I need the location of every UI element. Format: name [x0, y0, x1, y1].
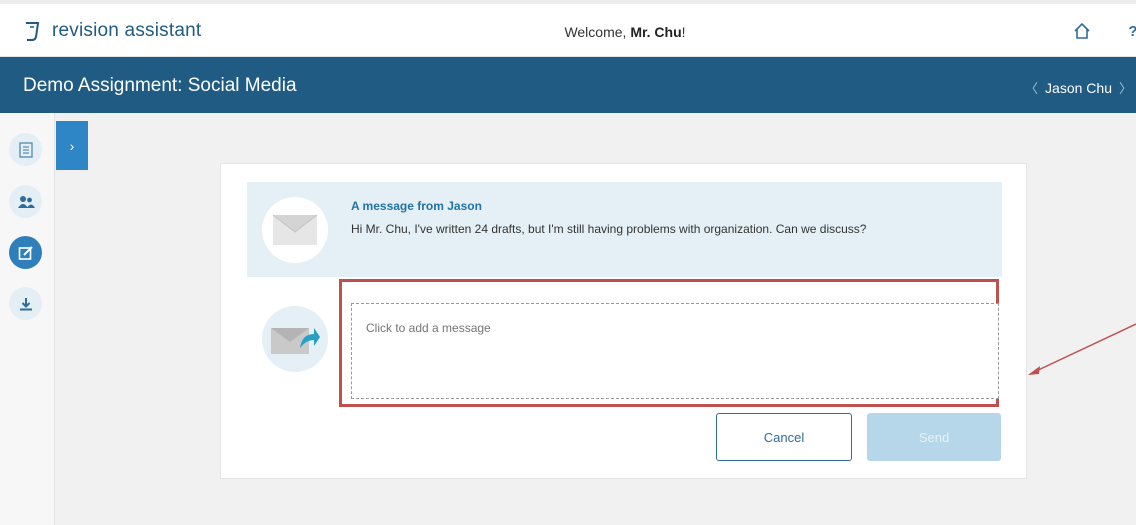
prev-student-button[interactable]: 〈 — [1025, 78, 1038, 97]
student-name: Jason Chu — [1045, 79, 1112, 96]
home-button[interactable] — [1069, 18, 1095, 44]
sidebar-item-download[interactable] — [9, 287, 42, 320]
expand-panel-button[interactable]: › — [56, 121, 88, 170]
document-icon — [18, 141, 33, 158]
welcome-prefix: Welcome, — [564, 24, 631, 40]
download-icon — [19, 297, 32, 310]
message-card: A message from Jason Hi Mr. Chu, I've wr… — [220, 163, 1027, 479]
reply-envelope-icon — [271, 328, 320, 354]
send-button[interactable]: Send — [867, 413, 1001, 461]
sidebar-item-students[interactable] — [9, 185, 42, 218]
people-icon — [17, 195, 35, 208]
next-student-button[interactable]: 〉 — [1119, 78, 1132, 97]
top-bar: revision assistant Welcome, Mr. Chu! ? — [0, 0, 1136, 57]
envelope-icon — [272, 214, 318, 245]
student-switcher: 〈 Jason Chu 〉 — [1025, 78, 1132, 97]
sidebar-item-prompt[interactable] — [9, 133, 42, 166]
welcome-message: Welcome, Mr. Chu! — [0, 24, 1136, 40]
edit-icon — [18, 245, 33, 260]
home-icon — [1074, 22, 1090, 39]
message-body: Hi Mr. Chu, I've written 24 drafts, but … — [351, 222, 867, 236]
welcome-suffix: ! — [681, 24, 686, 40]
assignment-title: Demo Assignment: Social Media — [23, 75, 297, 96]
message-sender: A message from Jason — [351, 199, 482, 213]
sidebar-item-messages[interactable] — [9, 236, 42, 269]
assignment-header: Demo Assignment: Social Media 〈 Jason Ch… — [0, 57, 1136, 113]
sidebar — [0, 113, 55, 525]
cancel-button[interactable]: Cancel — [716, 413, 852, 461]
incoming-message: A message from Jason Hi Mr. Chu, I've wr… — [247, 182, 1002, 277]
help-button[interactable]: ? — [1120, 18, 1136, 44]
reply-message-input[interactable] — [351, 303, 999, 399]
user-name: Mr. Chu — [630, 24, 682, 40]
incoming-message-avatar — [262, 197, 328, 263]
reply-avatar — [262, 306, 328, 372]
